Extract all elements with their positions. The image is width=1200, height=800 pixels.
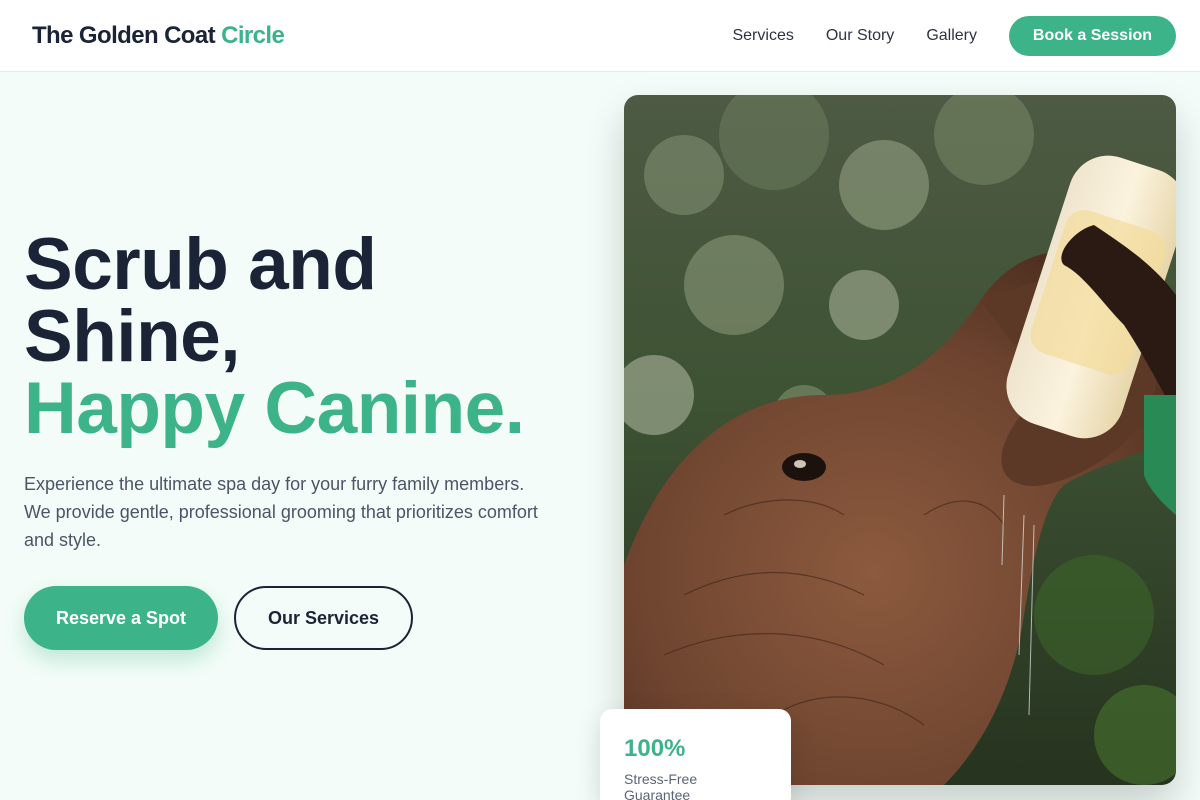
nav-link-gallery[interactable]: Gallery: [926, 27, 977, 45]
hero-photo: [624, 95, 1176, 785]
hero-title: Scrub and Shine, Happy Canine.: [24, 228, 584, 449]
hero-title-accent: Happy Canine.: [24, 368, 525, 449]
nav-menu: Services Our Story Gallery Book a Sessio…: [732, 15, 1176, 56]
hero-title-line-1: Scrub and: [24, 224, 377, 305]
hero-description: Experience the ultimate spa day for your…: [24, 474, 538, 550]
guarantee-badge: 100% Stress-Free Guarantee: [600, 709, 791, 800]
guarantee-value: 100%: [624, 735, 686, 762]
nav-link-our-story[interactable]: Our Story: [826, 27, 894, 45]
book-session-button[interactable]: Book a Session: [1009, 15, 1176, 56]
top-navigation: The Golden Coat Circle Services Our Stor…: [0, 0, 1200, 72]
reserve-spot-button[interactable]: Reserve a Spot: [24, 586, 218, 650]
brand-logo[interactable]: The Golden Coat Circle: [32, 21, 285, 50]
elephant-feeding-image: [624, 95, 1176, 785]
nav-link-services[interactable]: Services: [732, 27, 793, 45]
guarantee-label: Stress-Free Guarantee: [624, 771, 698, 800]
hero-title-line-2: Shine,: [24, 296, 241, 377]
brand-name: The Golden Coat: [32, 21, 216, 49]
brand-accent: Circle: [221, 21, 285, 49]
our-services-button[interactable]: Our Services: [234, 586, 413, 650]
